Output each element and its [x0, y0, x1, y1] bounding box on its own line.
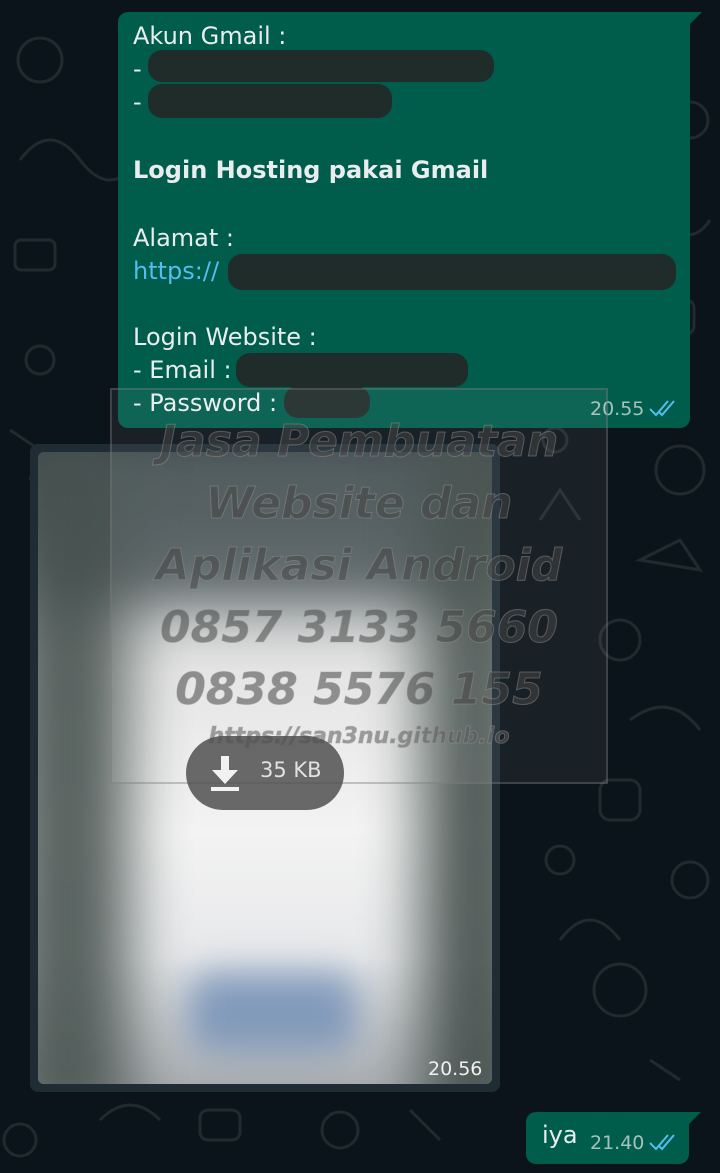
bubble-tail	[690, 12, 702, 24]
hosting-login-heading: Login Hosting pakai Gmail	[133, 156, 489, 184]
address-label: Alamat :	[133, 224, 235, 252]
redacted-block	[148, 84, 392, 118]
redacted-block	[148, 50, 494, 82]
download-button[interactable]: 35 KB	[186, 736, 344, 810]
reply-text: iya	[542, 1121, 578, 1149]
watermark-url: https://san3nu.github.io	[208, 724, 510, 750]
double-check-icon	[649, 1134, 675, 1151]
outgoing-message-bubble[interactable]: Akun Gmail : - - Login Hosting pakai Gma…	[118, 12, 702, 428]
reply-time: 21.40	[590, 1132, 645, 1154]
watermark-line: Aplikasi Android	[155, 540, 563, 592]
email-label: - Email :	[133, 356, 232, 384]
website-login-label: Login Website :	[133, 323, 317, 351]
dash-line-2: -	[133, 88, 142, 116]
double-check-icon	[649, 400, 675, 417]
gmail-account-label: Akun Gmail :	[133, 22, 287, 50]
watermark-line: Jasa Pembuatan	[159, 416, 559, 468]
file-size: 35 KB	[260, 758, 322, 782]
redacted-block	[236, 353, 468, 387]
watermark-phone: 0838 5576 155	[175, 664, 543, 716]
download-arrow-icon	[211, 756, 239, 791]
watermark-line: Website dan	[205, 478, 513, 530]
image-time: 20.56	[428, 1058, 483, 1080]
dash-line-1: -	[133, 55, 142, 83]
redacted-block	[228, 254, 676, 290]
outgoing-reply-bubble[interactable]: iya 21.40	[526, 1112, 701, 1164]
bubble-tail	[689, 1112, 701, 1124]
address-link[interactable]: https://	[133, 255, 219, 287]
watermark-phone: 0857 3133 5660	[159, 602, 559, 654]
